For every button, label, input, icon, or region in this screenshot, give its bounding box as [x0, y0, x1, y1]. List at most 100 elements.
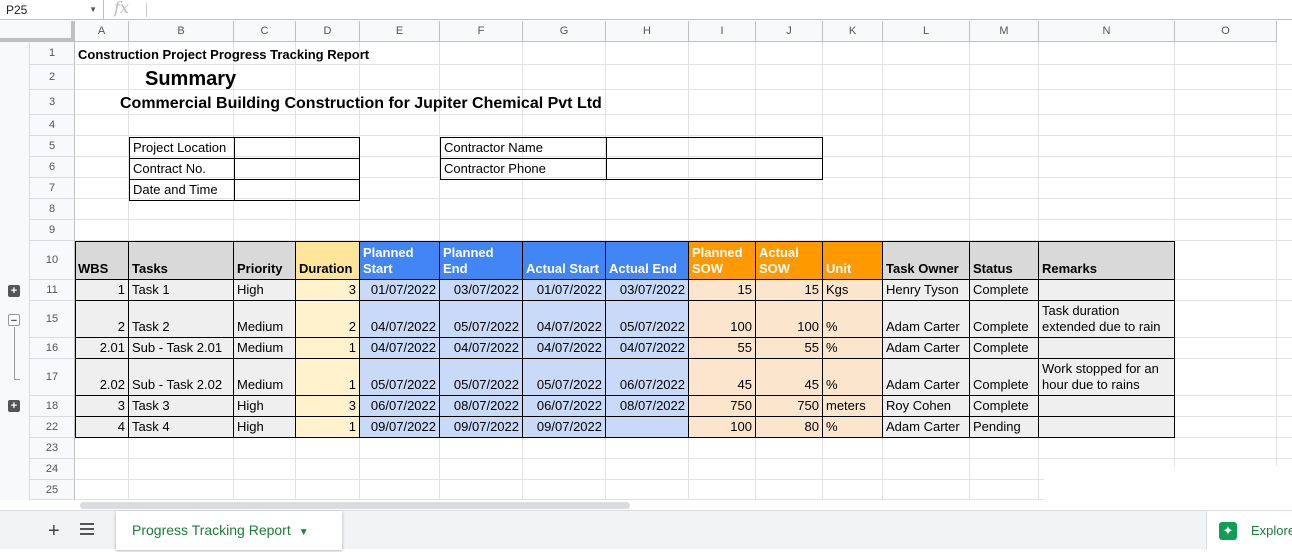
cell-remarks[interactable]: Task duration extended due to rain	[1039, 301, 1175, 338]
cell-remarks[interactable]	[1039, 280, 1175, 301]
sheet-tab-progress[interactable]: Progress Tracking Report ▼	[116, 511, 342, 550]
cell-task[interactable]: Task 3	[129, 396, 234, 417]
row-header-18[interactable]: 18	[30, 396, 75, 417]
cell-psow[interactable]: 100	[689, 301, 756, 338]
column-header-g[interactable]: G	[523, 21, 606, 42]
cell-priority[interactable]: Medium	[234, 338, 296, 359]
cell-unit[interactable]: %	[823, 338, 883, 359]
cell-wbs[interactable]: 1	[75, 280, 129, 301]
row-header-6[interactable]: 6	[30, 157, 75, 178]
cell-unit[interactable]: %	[823, 301, 883, 338]
row-header-22[interactable]: 22	[30, 417, 75, 438]
cell-status[interactable]: Complete	[970, 301, 1039, 338]
cell-priority[interactable]: High	[234, 396, 296, 417]
header-planned-end[interactable]: Planned End	[440, 241, 523, 280]
cell-task[interactable]: Task 4	[129, 417, 234, 438]
cell-as[interactable]: 01/07/2022	[523, 280, 606, 301]
cell-ae[interactable]: 03/07/2022	[606, 280, 689, 301]
cell-asow[interactable]: 45	[756, 359, 823, 396]
row-header-2[interactable]: 2	[30, 65, 75, 90]
cell-psow[interactable]: 45	[689, 359, 756, 396]
row-header-5[interactable]: 5	[30, 136, 75, 157]
cell-ps[interactable]: 04/07/2022	[360, 301, 440, 338]
column-header-a[interactable]: A	[75, 21, 129, 42]
header-status[interactable]: Status	[970, 241, 1039, 280]
cell-asow[interactable]: 15	[756, 280, 823, 301]
cell-as[interactable]: 09/07/2022	[523, 417, 606, 438]
cell-remarks[interactable]	[1039, 417, 1175, 438]
row-header-4[interactable]: 4	[30, 115, 75, 136]
header-duration[interactable]: Duration	[296, 241, 360, 280]
column-header-h[interactable]: H	[606, 21, 689, 42]
explore-button[interactable]: ✦ Explore	[1206, 511, 1292, 550]
cell-remarks[interactable]	[1039, 338, 1175, 359]
cell-ps[interactable]: 01/07/2022	[360, 280, 440, 301]
cell-pe[interactable]: 04/07/2022	[440, 338, 523, 359]
date-time-value[interactable]	[234, 179, 360, 201]
cell-owner[interactable]: Adam Carter	[883, 301, 970, 338]
column-header-d[interactable]: D	[296, 21, 360, 42]
column-header-m[interactable]: M	[970, 21, 1039, 42]
cell-unit[interactable]: meters	[823, 396, 883, 417]
cell-task[interactable]: Task 2	[129, 301, 234, 338]
row-header-9[interactable]: 9	[30, 220, 75, 241]
select-all-corner[interactable]	[0, 21, 75, 42]
all-sheets-icon[interactable]	[80, 523, 94, 535]
cell-pe[interactable]: 05/07/2022	[440, 301, 523, 338]
cell-owner[interactable]: Roy Cohen	[883, 396, 970, 417]
cell-duration[interactable]: 3	[296, 280, 360, 301]
cell-pe[interactable]: 05/07/2022	[440, 359, 523, 396]
cell-ae[interactable]	[606, 417, 689, 438]
row-header-3[interactable]: 3	[30, 90, 75, 115]
cell-duration[interactable]: 1	[296, 338, 360, 359]
cell-status[interactable]: Complete	[970, 338, 1039, 359]
column-header-i[interactable]: I	[689, 21, 756, 42]
column-header-f[interactable]: F	[440, 21, 523, 42]
cell-owner[interactable]: Adam Carter	[883, 359, 970, 396]
collapse-group-icon[interactable]: −	[8, 314, 20, 327]
contract-no-value[interactable]	[234, 158, 360, 180]
cell-priority[interactable]: Medium	[234, 301, 296, 338]
cell-owner[interactable]: Adam Carter	[883, 338, 970, 359]
header-priority[interactable]: Priority	[234, 241, 296, 280]
cell-as[interactable]: 06/07/2022	[523, 396, 606, 417]
column-header-e[interactable]: E	[360, 21, 440, 42]
cell-ps[interactable]: 04/07/2022	[360, 338, 440, 359]
row-header-7[interactable]: 7	[30, 178, 75, 199]
cell-ae[interactable]: 04/07/2022	[606, 338, 689, 359]
cell-owner[interactable]: Henry Tyson	[883, 280, 970, 301]
name-box[interactable]: P25 ▼	[0, 0, 104, 20]
horizontal-scrollbar[interactable]	[80, 502, 630, 509]
header-actual-start[interactable]: Actual Start	[523, 241, 606, 280]
spreadsheet-grid[interactable]: Construction Project Progress Tracking R…	[75, 42, 1292, 500]
project-location-value[interactable]	[234, 137, 360, 159]
contractor-phone-value[interactable]	[606, 158, 823, 180]
header-actual-end[interactable]: Actual End	[606, 241, 689, 280]
row-header-8[interactable]: 8	[30, 199, 75, 220]
cell-duration[interactable]: 1	[296, 359, 360, 396]
cell-ps[interactable]: 09/07/2022	[360, 417, 440, 438]
cell-status[interactable]: Complete	[970, 280, 1039, 301]
header-unit[interactable]: Unit	[823, 241, 883, 280]
cell-as[interactable]: 04/07/2022	[523, 301, 606, 338]
cell-psow[interactable]: 100	[689, 417, 756, 438]
cell-pe[interactable]: 08/07/2022	[440, 396, 523, 417]
cell-task[interactable]: Task 1	[129, 280, 234, 301]
cell-asow[interactable]: 750	[756, 396, 823, 417]
cell-status[interactable]: Complete	[970, 396, 1039, 417]
column-header-j[interactable]: J	[756, 21, 823, 42]
cell-psow[interactable]: 15	[689, 280, 756, 301]
cell-priority[interactable]: High	[234, 280, 296, 301]
cell-asow[interactable]: 55	[756, 338, 823, 359]
cell-psow[interactable]: 750	[689, 396, 756, 417]
header-planned-start[interactable]: Planned Start	[360, 241, 440, 280]
row-header-25[interactable]: 25	[30, 480, 75, 500]
expand-group-icon[interactable]: +	[8, 400, 20, 412]
header-planned-sow[interactable]: Planned SOW	[689, 241, 756, 280]
cell-asow[interactable]: 80	[756, 417, 823, 438]
cell-priority[interactable]: Medium	[234, 359, 296, 396]
cell-psow[interactable]: 55	[689, 338, 756, 359]
cell-wbs[interactable]: 2.01	[75, 338, 129, 359]
cell-unit[interactable]: Kgs	[823, 280, 883, 301]
cell-status[interactable]: Pending	[970, 417, 1039, 438]
